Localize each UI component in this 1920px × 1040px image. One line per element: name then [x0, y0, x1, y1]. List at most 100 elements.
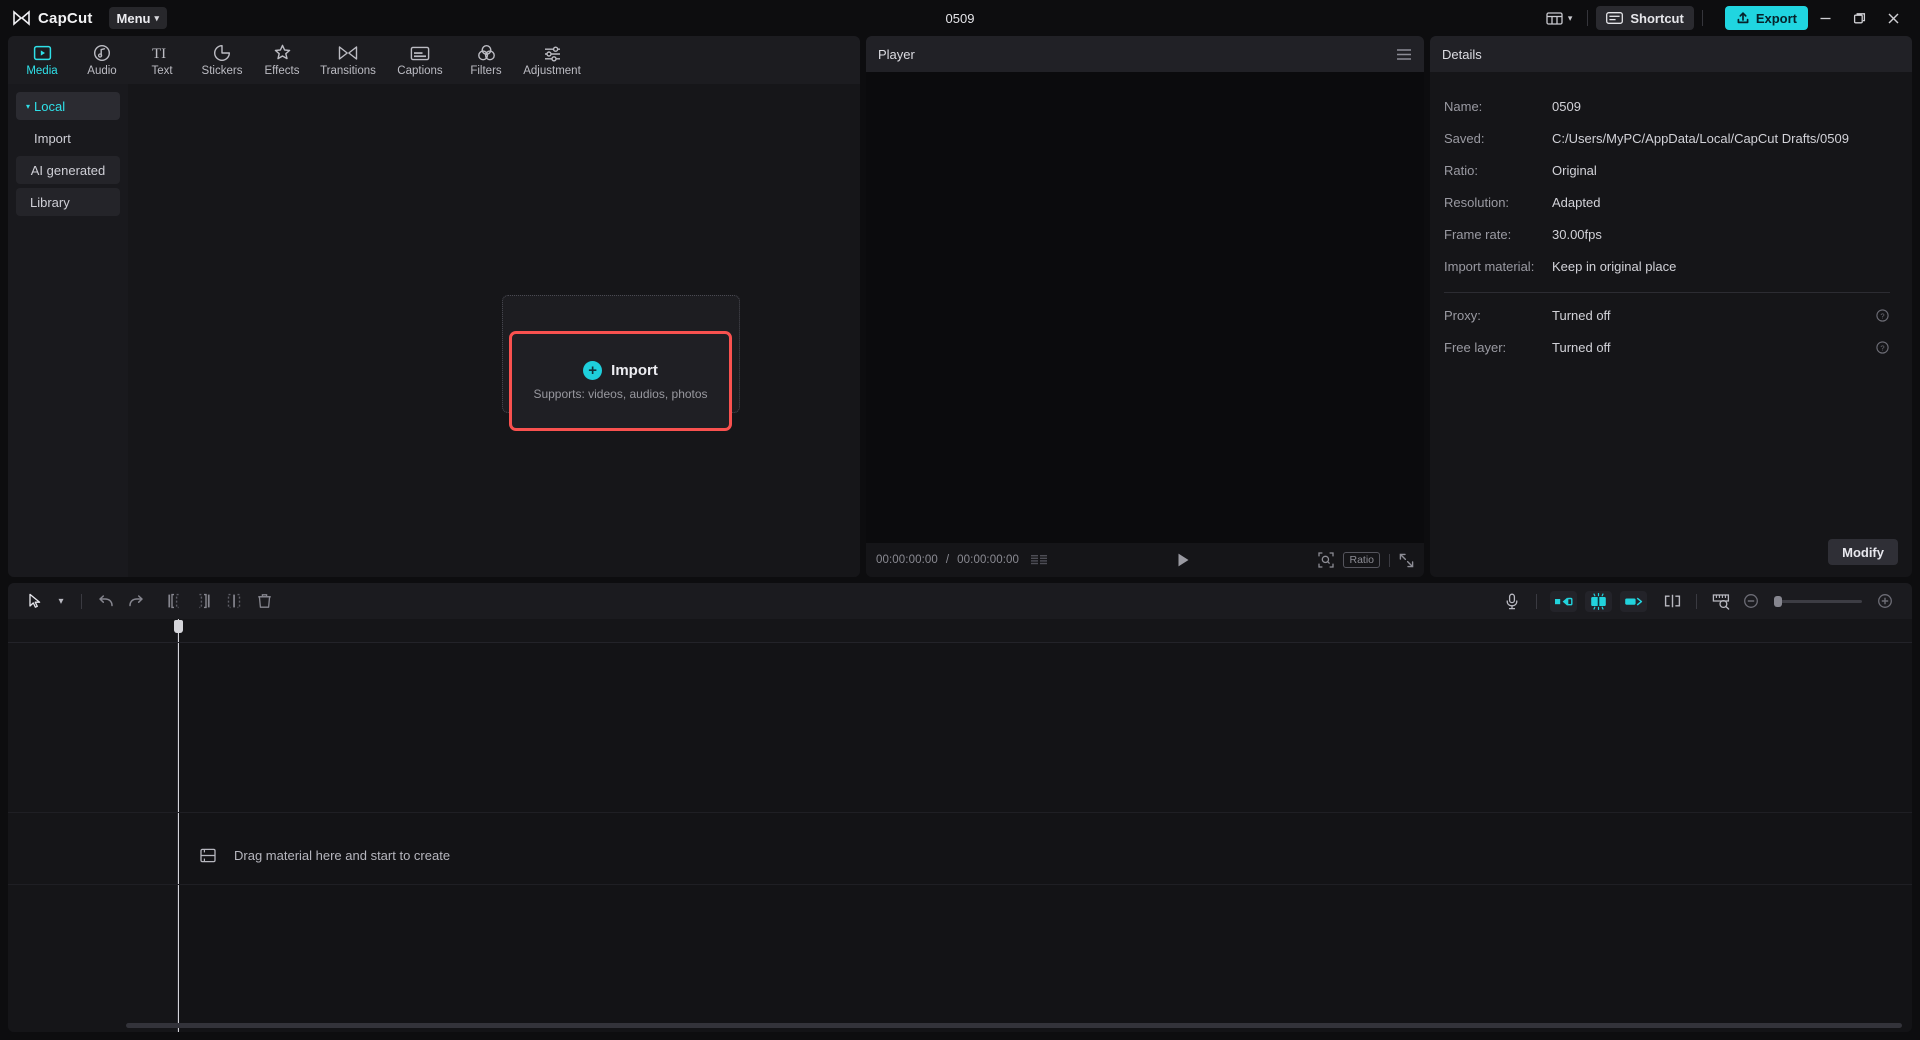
- zoom-out-icon[interactable]: [1736, 588, 1766, 614]
- cursor-arrow-icon[interactable]: [20, 588, 50, 614]
- import-title: Import: [611, 362, 658, 379]
- divider: [1536, 593, 1537, 609]
- sidebar-item-library[interactable]: Library: [16, 188, 120, 216]
- play-icon[interactable]: [1176, 552, 1191, 568]
- chevron-down-icon: ▾: [58, 595, 64, 607]
- media-panel: Media Audio TI Text Stickers Effects Tra…: [8, 36, 860, 577]
- details-key: Name:: [1444, 98, 1483, 114]
- tab-transitions[interactable]: Transitions: [312, 40, 384, 77]
- tab-captions[interactable]: Captions: [384, 40, 456, 77]
- player-current-time: 00:00:00:00: [876, 554, 938, 566]
- details-row-proxy: Proxy: Turned off ?: [1444, 299, 1890, 331]
- details-panel: Details Name: 0509 Saved: C:/Users/MyPC/…: [1430, 36, 1912, 577]
- ratio-button[interactable]: Ratio: [1343, 552, 1380, 568]
- tab-media[interactable]: Media: [12, 40, 72, 77]
- tab-audio-label: Audio: [87, 65, 117, 77]
- divider: [1389, 553, 1390, 567]
- player-title: Player: [878, 46, 915, 62]
- maximize-icon[interactable]: [1842, 0, 1876, 36]
- minimize-icon[interactable]: [1808, 0, 1842, 36]
- details-divider: [1444, 292, 1890, 293]
- chevron-down-icon: ▾: [1567, 12, 1573, 23]
- divider: [81, 593, 82, 609]
- media-sidebar: ▾ Local Import AI generated Library: [8, 84, 128, 577]
- details-row-import-material: Import material: Keep in original place: [1444, 250, 1890, 282]
- split-marker-icon[interactable]: [1657, 588, 1687, 614]
- player-panel: Player 00:00:00:00 / 00:00:00:00 Ratio: [866, 36, 1424, 577]
- sidebar-item-import[interactable]: Import: [16, 124, 120, 152]
- timeline-playhead[interactable]: [174, 619, 183, 642]
- plus-circle-icon: +: [583, 361, 603, 380]
- details-value: 30.00fps: [1552, 226, 1602, 242]
- sidebar-item-local[interactable]: ▾ Local: [16, 92, 120, 120]
- details-row-frame-rate: Frame rate: 30.00fps: [1444, 218, 1890, 250]
- microphone-icon[interactable]: [1497, 588, 1527, 614]
- import-button[interactable]: + Import Supports: videos, audios, photo…: [509, 331, 732, 431]
- trim-left-icon[interactable]: [159, 588, 189, 614]
- frames-list-icon[interactable]: [1031, 554, 1049, 566]
- undo-button[interactable]: [91, 588, 121, 614]
- ruler-magnifier-icon[interactable]: [1706, 588, 1736, 614]
- split-icon[interactable]: [219, 588, 249, 614]
- zoom-in-icon[interactable]: [1870, 588, 1900, 614]
- player-header: Player: [866, 36, 1424, 72]
- modify-button[interactable]: Modify: [1828, 539, 1898, 565]
- sidebar-item-ai-generated[interactable]: AI generated: [16, 156, 120, 184]
- crop-zoom-icon[interactable]: [1318, 552, 1335, 568]
- details-key: Free layer:: [1444, 339, 1507, 355]
- trim-right-icon[interactable]: [189, 588, 219, 614]
- adjustment-sliders-icon: [543, 43, 562, 63]
- player-preview-stage[interactable]: [866, 72, 1424, 543]
- tab-audio[interactable]: Audio: [72, 40, 132, 77]
- timeline-tracks-area[interactable]: Drag material here and start to create: [8, 643, 1912, 1032]
- details-key: Ratio:: [1444, 162, 1478, 178]
- details-value: Turned off: [1552, 339, 1611, 355]
- details-value: Original: [1552, 162, 1597, 178]
- timeline-track-gutter: [8, 643, 178, 1032]
- question-circle-icon[interactable]: ?: [1875, 308, 1890, 322]
- tab-adjustment[interactable]: Adjustment: [516, 40, 588, 77]
- brand: CapCut: [12, 10, 93, 27]
- keyframe-left-toggle[interactable]: [1550, 590, 1577, 612]
- layout-button[interactable]: ▾: [1539, 5, 1580, 31]
- captions-box-icon: [410, 43, 430, 63]
- timeline-panel: ▾ Drag material here and start to create: [8, 583, 1912, 1032]
- details-value: Adapted: [1552, 194, 1601, 210]
- redo-button[interactable]: [121, 588, 151, 614]
- tab-stickers-label: Stickers: [201, 65, 243, 77]
- keyframe-right-toggle[interactable]: [1620, 590, 1647, 612]
- transitions-bowtie-icon: [338, 43, 358, 63]
- divider: [1696, 593, 1697, 609]
- track-divider: [8, 812, 1912, 813]
- filmstrip-icon: [200, 848, 216, 863]
- timeline-ruler[interactable]: [8, 619, 1912, 643]
- details-row-saved: Saved: C:/Users/MyPC/AppData/Local/CapCu…: [1444, 122, 1890, 154]
- shortcut-button[interactable]: Shortcut: [1596, 6, 1694, 30]
- player-time-separator: /: [945, 554, 950, 566]
- timeline-playhead-knob[interactable]: [174, 620, 183, 633]
- export-button[interactable]: Export: [1724, 6, 1808, 30]
- trash-icon[interactable]: [249, 588, 279, 614]
- timeline-zoom-slider[interactable]: [1774, 595, 1862, 607]
- close-icon[interactable]: [1876, 0, 1910, 36]
- timeline-drop-hint[interactable]: Drag material here and start to create: [200, 848, 450, 863]
- magnet-snap-toggle[interactable]: [1585, 590, 1612, 612]
- details-key: Resolution:: [1444, 194, 1510, 210]
- select-tool-dropdown[interactable]: ▾: [50, 588, 72, 614]
- tab-text[interactable]: TI Text: [132, 40, 192, 77]
- import-head: + Import: [583, 361, 658, 380]
- hamburger-menu-icon[interactable]: [1396, 48, 1412, 61]
- tab-stickers[interactable]: Stickers: [192, 40, 252, 77]
- fullscreen-icon[interactable]: [1399, 553, 1414, 568]
- tab-effects-label: Effects: [264, 65, 300, 77]
- question-circle-icon[interactable]: ?: [1875, 340, 1890, 354]
- details-key: Saved:: [1444, 130, 1485, 146]
- menu-button[interactable]: Menu ▾: [108, 7, 168, 29]
- player-total-time: 00:00:00:00: [957, 554, 1020, 566]
- details-row-resolution: Resolution: Adapted: [1444, 186, 1890, 218]
- timeline-zoom-knob[interactable]: [1774, 595, 1782, 607]
- tab-effects[interactable]: Effects: [252, 40, 312, 77]
- divider: [1587, 10, 1589, 26]
- timeline-horizontal-scrollbar[interactable]: [126, 1023, 1902, 1028]
- tab-filters[interactable]: Filters: [456, 40, 516, 77]
